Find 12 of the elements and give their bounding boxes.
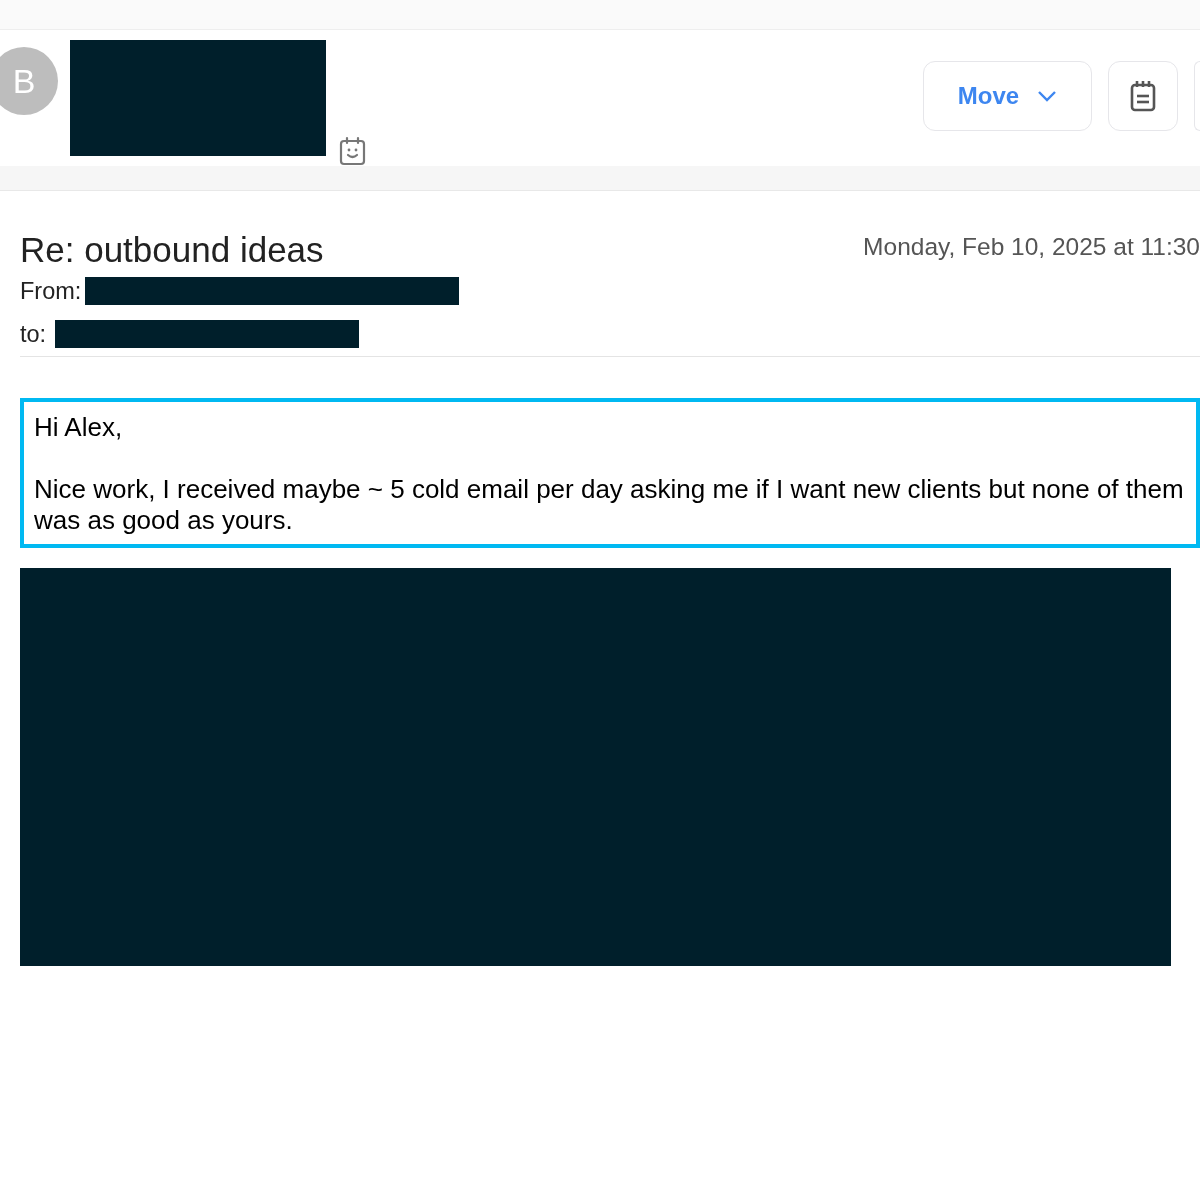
move-button[interactable]: Move (923, 61, 1092, 131)
notepad-icon (1129, 80, 1157, 112)
chevron-down-icon (1037, 90, 1058, 102)
email-subject: Re: outbound ideas (20, 231, 324, 270)
from-label: From: (20, 276, 82, 306)
calendar-smile-icon (339, 136, 366, 166)
body-paragraph: Hi Alex, (34, 412, 124, 443)
notes-button[interactable] (1108, 61, 1178, 131)
to-label: to: (20, 319, 47, 349)
avatar: B (0, 47, 58, 115)
email-date: Monday, Feb 10, 2025 at 11:30 (863, 232, 1200, 262)
body-paragraph: Nice work, I received maybe ~ 5 cold email per day asking me if I want new clients but none of them was as good as yours. (34, 474, 1185, 536)
